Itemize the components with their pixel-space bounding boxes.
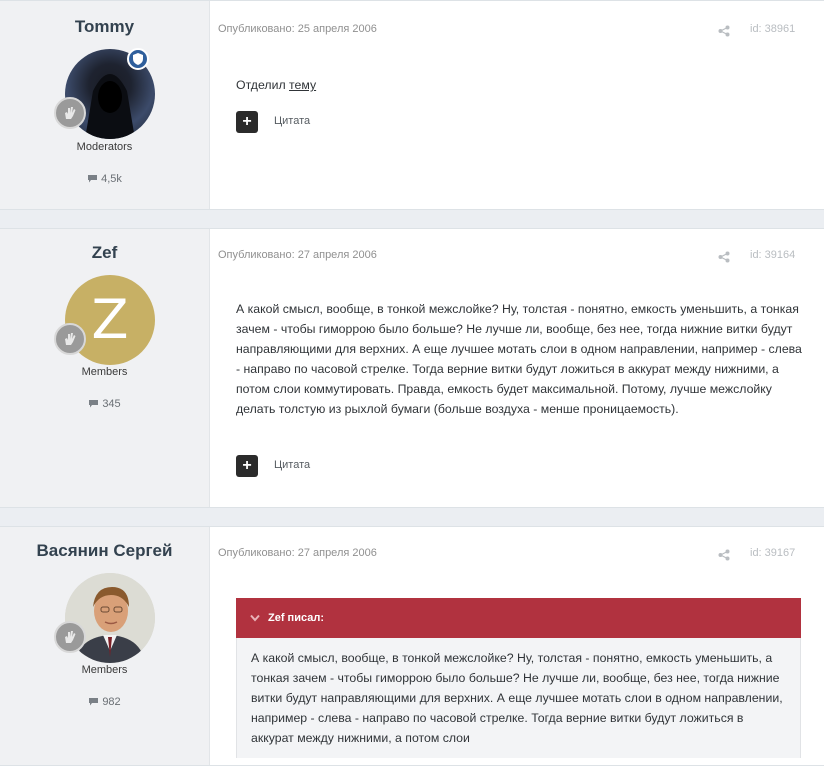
quote-body: А какой смысл, вообще, в тонкой межслойк… [236, 638, 801, 758]
topic-link[interactable]: тему [289, 78, 316, 92]
quote-citation-author: Zef писал: [268, 612, 324, 624]
post-count-value: 4,5k [101, 173, 122, 185]
share-icon[interactable] [718, 251, 730, 263]
hand-badge-icon [54, 621, 86, 653]
post-38961: Tommy Moderators 4,5k Опубликовано: 25 а… [0, 0, 824, 210]
post-39164: Zef Z Members 345 Опубликовано: 27 апрел… [0, 228, 824, 508]
multiquote-plus-button[interactable]: + [236, 111, 258, 133]
quote-citation-header[interactable]: Zef писал: [236, 598, 801, 638]
post-count-value: 345 [102, 398, 121, 410]
post-count-value: 982 [102, 696, 121, 708]
quote-button[interactable]: Цитата [274, 459, 310, 471]
post-count: 345 [0, 398, 209, 410]
speech-bubble-icon [89, 698, 99, 706]
member-group: Members [81, 664, 128, 676]
author-panel: Tommy Moderators 4,5k [0, 1, 210, 209]
hand-badge-icon [54, 97, 86, 129]
post-count: 4,5k [0, 173, 209, 185]
speech-bubble-icon [88, 175, 98, 183]
post-id[interactable]: id: 39164 [750, 249, 795, 261]
post-content: А какой смысл, вообще, в тонкой межслойк… [236, 302, 802, 416]
post-date[interactable]: Опубликовано: 27 апреля 2006 [218, 547, 377, 559]
post-id[interactable]: id: 39167 [750, 547, 795, 559]
post-date[interactable]: Опубликовано: 25 апреля 2006 [218, 23, 377, 35]
author-name[interactable]: Zef [0, 243, 209, 263]
member-group: Members [81, 366, 128, 378]
hand-badge-icon [54, 323, 86, 355]
member-group: Moderators [76, 141, 133, 153]
post-count: 982 [0, 696, 209, 708]
speech-bubble-icon [89, 400, 99, 408]
post-id[interactable]: id: 38961 [750, 23, 795, 35]
author-panel: Васянин Сергей Members 982 [0, 527, 210, 765]
author-name[interactable]: Tommy [0, 17, 209, 37]
content-text: Отделил [236, 78, 290, 92]
moderator-shield-icon [127, 48, 149, 70]
share-icon[interactable] [718, 25, 730, 37]
post-content: Отделил тему [236, 75, 802, 95]
chevron-down-icon[interactable] [250, 614, 260, 622]
multiquote-plus-button[interactable]: + [236, 455, 258, 477]
post-date[interactable]: Опубликовано: 27 апреля 2006 [218, 249, 377, 261]
share-icon[interactable] [718, 549, 730, 561]
author-name[interactable]: Васянин Сергей [0, 541, 209, 561]
author-panel: Zef Z Members 345 [0, 229, 210, 507]
quote-button[interactable]: Цитата [274, 115, 310, 127]
